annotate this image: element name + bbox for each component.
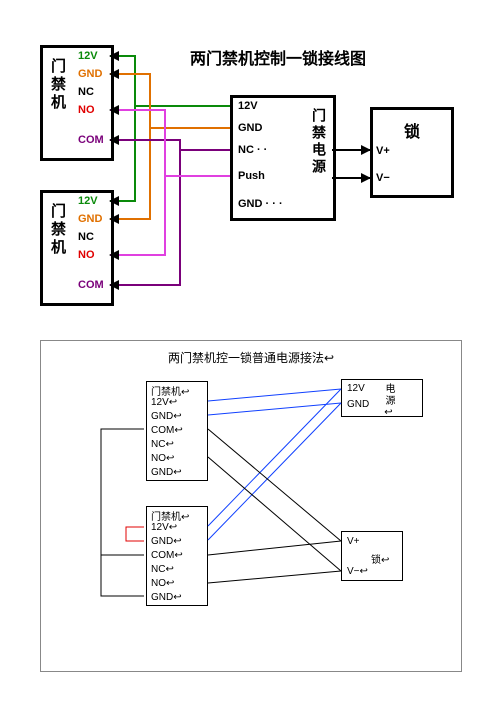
page: 两门禁机控制一锁接线图 门禁机 12V GND NC NO COM 门禁机 12… <box>0 0 500 707</box>
diagram-2-wires <box>41 341 461 671</box>
diagram-1: 两门禁机控制一锁接线图 门禁机 12V GND NC NO COM 门禁机 12… <box>40 40 460 320</box>
diagram-1-wires <box>40 40 460 320</box>
diagram-2: 两门禁机控一锁普通电源接法↩ 门禁机↩ 12V↩ GND↩ COM↩ NC↩ N… <box>40 340 462 672</box>
